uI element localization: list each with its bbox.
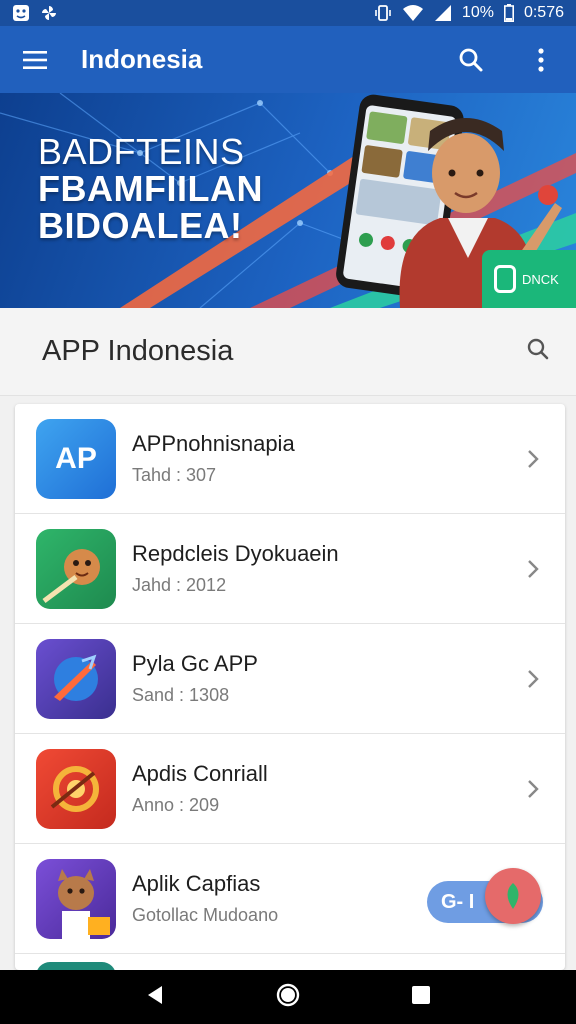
list-item[interactable]: Pyla Gc APP Sand : 1308 [15,624,565,734]
section-header: APP Indonesia [0,308,576,396]
list-item[interactable]: Aplik Capfias Gotollac Mudoano G- I [15,844,565,954]
recents-square-icon [411,985,430,1004]
app-icon [36,748,116,829]
chevron-right-icon [513,659,553,699]
home-button[interactable] [276,983,300,1012]
app-name: APPnohnisnapia [132,431,295,456]
home-circle-icon [276,983,300,1006]
more-vert-icon [538,47,544,72]
app-icon [36,528,116,609]
list-item[interactable]: Apdis Conriall Anno : 209 [15,734,565,844]
menu-button[interactable] [0,26,70,93]
search-icon [459,48,483,71]
target-icon [50,765,99,812]
app-subtitle: Anno : 209 [132,795,220,815]
rocket-icon [54,654,98,701]
app-name: Pyla Gc APP [132,651,258,676]
phone-outline-icon [494,265,516,293]
chevron-right-icon [513,769,553,809]
character-icon [58,868,110,939]
list-item[interactable]: Repdcleis Dyokuaein Jahd : 2012 [15,514,565,624]
list-item[interactable]: AP APPnohnisnapia Tahd : 307 [15,404,565,514]
banner-headline-3: BIDOALEA! [38,205,243,246]
chevron-right-icon [513,549,553,589]
floating-pill-label: G- I [441,890,475,913]
leaf-icon [507,883,519,909]
signal-icon [434,4,452,22]
back-triangle-icon [148,985,163,1004]
list-item-peek [15,954,565,970]
app-title: Indonesia [81,44,203,74]
back-button[interactable] [145,984,165,1011]
clock: 0:576 [523,4,564,21]
battery-percent: 10% [461,4,494,21]
status-bar: 10% 0:576 [0,0,576,26]
section-title: APP Indonesia [42,335,234,367]
vibrate-icon [374,4,392,22]
chevron-right-icon [513,439,553,479]
promo-banner[interactable]: BADFTEINS FBAMFIILAN BIDOALEA! DNCK [0,93,576,308]
battery-icon [503,4,514,22]
section-search-button[interactable] [526,337,550,366]
app-icon-label: AP [55,441,97,475]
recents-button[interactable] [411,985,431,1010]
search-icon [527,338,549,360]
app-subtitle: Tahd : 307 [132,465,217,485]
app-name: Apdis Conriall [132,761,268,786]
system-nav-bar [0,970,576,1024]
app-icon [36,638,116,719]
banner-headline-1: BADFTEINS [38,131,245,172]
banner-cta-button[interactable]: DNCK [482,250,576,308]
hamburger-menu-icon [23,50,47,69]
app-bar: Indonesia [0,26,576,93]
overflow-menu-button[interactable] [506,26,576,93]
app-icon: AP [36,418,116,499]
search-button[interactable] [436,26,506,93]
banner-headline-2: FBAMFIILAN [38,168,263,209]
app-list: AP APPnohnisnapia Tahd : 307 Repdcleis D… [15,404,565,970]
notification-icon [12,4,30,22]
app-icon [36,858,116,939]
app-name: Repdcleis Dyokuaein [132,541,339,566]
app-subtitle: Jahd : 2012 [132,575,227,595]
pinwheel-icon [40,4,58,22]
banner-cta-label: DNCK [522,271,559,287]
app-subtitle: Sand : 1308 [132,685,230,705]
wifi-icon [402,4,424,22]
mascot-icon [42,548,100,603]
floating-action-button[interactable] [485,868,541,924]
